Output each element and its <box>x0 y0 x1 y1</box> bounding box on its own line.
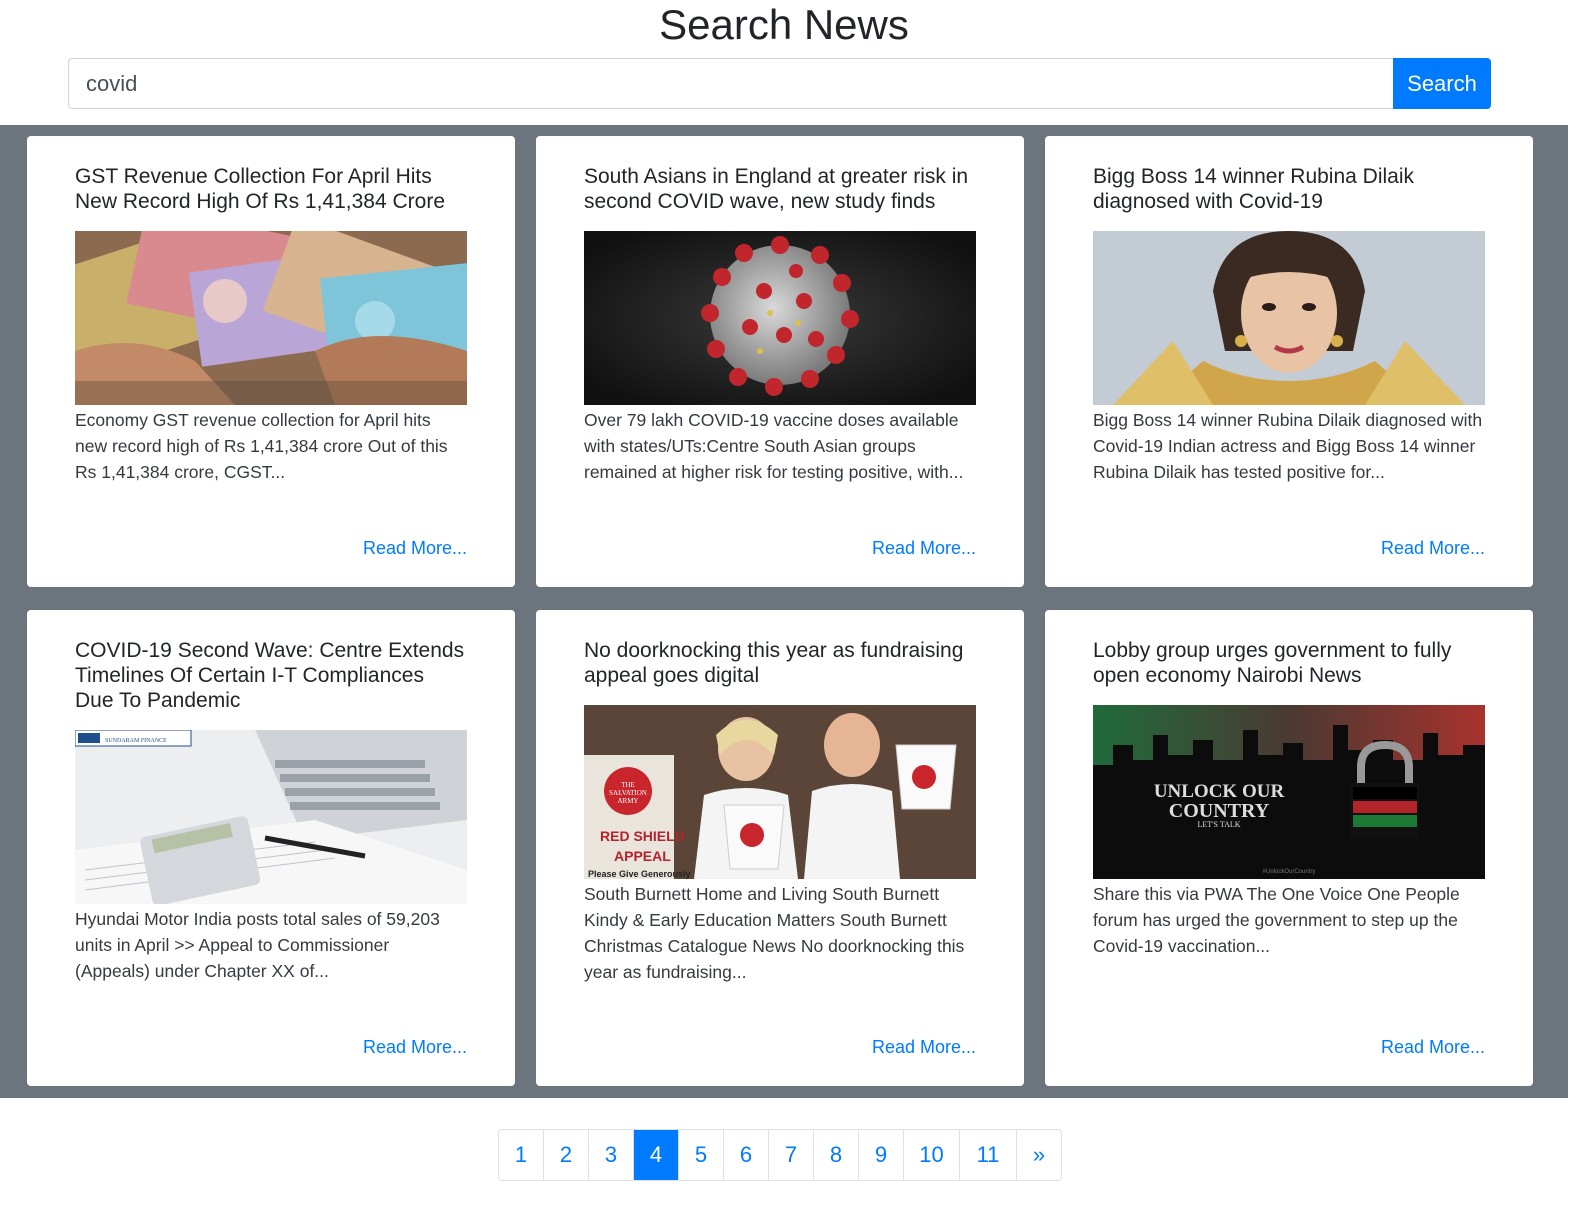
sundaram-logo-text: SUNDARAM FINANCE <box>105 738 167 744</box>
read-more-link[interactable]: Read More... <box>1381 1037 1485 1058</box>
page-link-3[interactable]: 3 <box>589 1130 634 1180</box>
next-page-link[interactable]: » <box>1017 1130 1061 1180</box>
calculator-laptop-image: SUNDARAM FINANCE <box>75 730 467 904</box>
news-card: Lobby group urges government to fully op… <box>1045 610 1533 1086</box>
card-text: Hyundai Motor India posts total sales of… <box>75 909 440 981</box>
page-link-8[interactable]: 8 <box>814 1130 859 1180</box>
card-text: South Burnett Home and Living South Burn… <box>584 884 965 982</box>
sign-text-give: Please Give Generously <box>588 869 691 879</box>
sign-text-army: ARMY <box>617 797 638 805</box>
news-card: GST Revenue Collection For April Hits Ne… <box>27 136 515 587</box>
news-card: South Asians in England at greater risk … <box>536 136 1024 587</box>
page-link-1[interactable]: 1 <box>499 1130 544 1180</box>
search-bar: Search <box>68 58 1491 109</box>
unlock-country-image: UNLOCK OUR COUNTRY LET'S TALK #UnlockOur… <box>1093 705 1485 879</box>
page-link-7[interactable]: 7 <box>769 1130 814 1180</box>
portrait-image <box>1093 231 1485 405</box>
read-more-link[interactable]: Read More... <box>872 1037 976 1058</box>
card-title: Lobby group urges government to fully op… <box>1093 639 1452 687</box>
page-link-4-active[interactable]: 4 <box>634 1130 679 1180</box>
unlock-text-line3: LET'S TALK <box>1197 820 1240 829</box>
unlock-text-line1: UNLOCK OUR <box>1154 781 1285 802</box>
page-link-6[interactable]: 6 <box>724 1130 769 1180</box>
read-more-link[interactable]: Read More... <box>872 538 976 559</box>
coronavirus-image <box>584 231 976 405</box>
page-link-5[interactable]: 5 <box>679 1130 724 1180</box>
sign-text-the: THE <box>621 781 635 789</box>
card-text: Bigg Boss 14 winner Rubina Dilaik diagno… <box>1093 410 1483 482</box>
page-link-10[interactable]: 10 <box>904 1130 960 1180</box>
read-more-link[interactable]: Read More... <box>363 1037 467 1058</box>
card-text: Economy GST revenue collection for April… <box>75 410 448 482</box>
salvation-army-image: THE SALVATION ARMY RED SHIELD APPEAL Ple… <box>584 705 976 879</box>
page-link-9[interactable]: 9 <box>859 1130 904 1180</box>
card-title: Bigg Boss 14 winner Rubina Dilaik diagno… <box>1093 165 1414 213</box>
page-title: Search News <box>659 1 909 48</box>
search-input[interactable] <box>68 58 1393 109</box>
news-card: No doorknocking this year as fundraising… <box>536 610 1024 1086</box>
search-button[interactable]: Search <box>1393 58 1491 109</box>
card-title: South Asians in England at greater risk … <box>584 165 969 213</box>
card-title: GST Revenue Collection For April Hits Ne… <box>75 165 445 213</box>
currency-notes-image <box>75 231 467 405</box>
unlock-text-line2: COUNTRY <box>1169 800 1270 822</box>
card-text: Share this via PWA The One Voice One Peo… <box>1093 884 1460 956</box>
news-card: COVID-19 Second Wave: Centre Extends Tim… <box>27 610 515 1086</box>
sign-text-salvation: SALVATION <box>609 789 647 797</box>
unlock-hashtag: #UnlockOurCountry <box>1263 869 1316 875</box>
read-more-link[interactable]: Read More... <box>363 538 467 559</box>
sign-text-red-shield: RED SHIELD <box>600 828 685 844</box>
news-card: Bigg Boss 14 winner Rubina Dilaik diagno… <box>1045 136 1533 587</box>
page-link-11[interactable]: 11 <box>960 1130 1017 1180</box>
read-more-link[interactable]: Read More... <box>1381 538 1485 559</box>
page-link-2[interactable]: 2 <box>544 1130 589 1180</box>
card-title: No doorknocking this year as fundraising… <box>584 639 964 687</box>
results-area: GST Revenue Collection For April Hits Ne… <box>0 125 1568 1098</box>
sign-text-appeal: APPEAL <box>614 848 671 864</box>
card-text: Over 79 lakh COVID-19 vaccine doses avai… <box>584 410 964 482</box>
card-title: COVID-19 Second Wave: Centre Extends Tim… <box>75 639 465 712</box>
pagination: 1 2 3 4 5 6 7 8 9 10 11 » <box>498 1129 1062 1181</box>
